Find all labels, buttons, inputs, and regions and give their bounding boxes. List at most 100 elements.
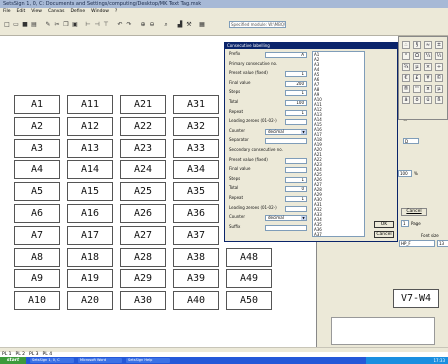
symbol-key[interactable]: ×: [424, 63, 432, 71]
ok-button[interactable]: OK: [374, 221, 394, 228]
label-cell[interactable]: A17: [67, 225, 113, 245]
font-size-select[interactable]: 13: [437, 240, 448, 247]
label-cell[interactable]: A6: [14, 204, 60, 223]
label-cell[interactable]: A48: [226, 247, 272, 267]
label-cell[interactable]: A21: [120, 95, 166, 114]
field-input[interactable]: [285, 167, 307, 174]
label-cell[interactable]: A37: [173, 225, 219, 245]
symbol-key[interactable]: Ω: [413, 52, 421, 60]
symbol-key[interactable]: μ: [413, 63, 421, 71]
label-cell[interactable]: A10: [14, 291, 60, 311]
pen-icon[interactable]: ✎: [44, 21, 52, 29]
label-cell[interactable]: A22: [120, 116, 166, 136]
taskbar-task[interactable]: SetsSign 1, 0, C: [30, 358, 74, 363]
label-preview-list[interactable]: A1 A2 A3 A4 A5 A6 A7 A8 A9 A10 A11 A12 A13 A14 A15 A16 A…: [312, 51, 365, 237]
menu-item-2[interactable]: View: [31, 9, 42, 14]
menu-item-0[interactable]: File: [3, 9, 11, 14]
panel-cancel-button[interactable]: Cancel: [401, 208, 427, 216]
menu-item-6[interactable]: ?: [115, 9, 117, 14]
label-cell[interactable]: A13: [67, 138, 113, 158]
symbol-key[interactable]: ü: [424, 96, 432, 104]
symbol-key[interactable]: §: [413, 41, 421, 49]
label-cell[interactable]: A34: [173, 160, 219, 180]
symbol-key[interactable]: ¼: [424, 52, 432, 60]
paste-icon[interactable]: ▣: [71, 21, 79, 29]
label-cell[interactable]: A9: [14, 269, 60, 289]
label-cell[interactable]: A20: [67, 291, 113, 311]
menu-item-4[interactable]: Define: [70, 9, 85, 14]
symbol-key[interactable]: ÷: [435, 63, 443, 71]
symbol-key[interactable]: £: [413, 74, 421, 82]
tools-icon[interactable]: ⚒: [185, 21, 193, 29]
cancel-button[interactable]: Cancel: [374, 231, 394, 238]
label-cell[interactable]: A30: [120, 291, 166, 311]
label-cell[interactable]: A33: [173, 138, 219, 158]
symbol-key[interactable]: ∴: [402, 41, 410, 49]
cell-extra[interactable]: V7-W4: [393, 289, 439, 308]
module-field[interactable]: Specified module: W:\MBQ\MEAS: [229, 21, 286, 28]
symbol-key[interactable]: €: [402, 74, 410, 82]
label-cell[interactable]: A23: [120, 138, 166, 158]
symbol-key[interactable]: ™: [413, 85, 421, 93]
start-button[interactable]: start: [0, 357, 26, 364]
label-cell[interactable]: A3: [14, 138, 60, 158]
field-input[interactable]: 1: [285, 71, 307, 78]
menu-item-5[interactable]: Window: [91, 9, 109, 14]
page-number-field[interactable]: 1: [401, 220, 409, 227]
zoom-in-icon[interactable]: ⊕: [139, 21, 147, 29]
label-cell[interactable]: A25: [120, 182, 166, 202]
label-cell[interactable]: A50: [226, 291, 272, 311]
label-cell[interactable]: A49: [226, 269, 272, 289]
field-input[interactable]: [285, 157, 307, 164]
redo-icon[interactable]: ↷: [125, 21, 133, 29]
undo-icon[interactable]: ↶: [116, 21, 124, 29]
label-cell[interactable]: A31: [173, 95, 219, 114]
open-folder-icon[interactable]: ▭: [12, 21, 20, 29]
symbol-key[interactable]: µ: [435, 85, 443, 93]
symbol-key[interactable]: ¥: [424, 74, 432, 82]
label-cell[interactable]: A14: [67, 160, 113, 180]
field-input[interactable]: [285, 119, 307, 126]
field-input[interactable]: 1: [285, 176, 307, 183]
symbol-key[interactable]: °: [402, 52, 410, 60]
table-icon[interactable]: ▦: [198, 21, 206, 29]
symbol-key[interactable]: ½: [435, 52, 443, 60]
dropdown-arrow-icon[interactable]: ▼: [301, 216, 306, 221]
label-cell[interactable]: A40: [173, 291, 219, 311]
symbol-key[interactable]: ®: [402, 85, 410, 93]
field-input[interactable]: 100: [285, 100, 307, 106]
symbol-key[interactable]: ä: [402, 96, 410, 104]
field-input[interactable]: A: [265, 52, 307, 58]
dropdown-arrow-icon[interactable]: ▼: [301, 129, 306, 134]
label-cell[interactable]: A7: [14, 225, 60, 245]
small-field[interactable]: D: [403, 138, 419, 144]
field-input[interactable]: 0: [285, 186, 307, 193]
zoom-out-icon[interactable]: ⊖: [148, 21, 156, 29]
list-item[interactable]: A37: [313, 232, 364, 236]
label-cell[interactable]: A4: [14, 160, 60, 180]
counter-select[interactable]: decimal ▼: [265, 128, 307, 135]
chart-icon[interactable]: ▟: [176, 21, 184, 29]
label-cell[interactable]: A15: [67, 182, 113, 202]
label-cell[interactable]: A11: [67, 95, 113, 114]
size-percent-field[interactable]: 100: [398, 170, 412, 177]
label-cell[interactable]: A27: [120, 225, 166, 245]
symbol-key[interactable]: ©: [435, 74, 443, 82]
cut-icon[interactable]: ✂: [53, 21, 61, 29]
taskbar-task[interactable]: SetsSign Help: [126, 358, 170, 363]
label-cell[interactable]: A19: [67, 269, 113, 289]
symbol-key[interactable]: ≈: [424, 41, 432, 49]
symbol-key[interactable]: ß: [435, 96, 443, 104]
align-right-icon[interactable]: ⊤: [102, 21, 110, 29]
field-input[interactable]: [265, 138, 307, 145]
symbol-key[interactable]: ¾: [402, 63, 410, 71]
menu-item-1[interactable]: Edit: [17, 9, 26, 14]
field-input[interactable]: [265, 224, 307, 231]
copy-icon[interactable]: ❐: [62, 21, 70, 29]
label-cell[interactable]: A2: [14, 116, 60, 136]
symbol-key[interactable]: ö: [413, 96, 421, 104]
label-cell[interactable]: A24: [120, 160, 166, 180]
align-center-icon[interactable]: ⊣: [93, 21, 101, 29]
search-icon[interactable]: ⌕: [162, 21, 170, 29]
label-cell[interactable]: A1: [14, 95, 60, 114]
